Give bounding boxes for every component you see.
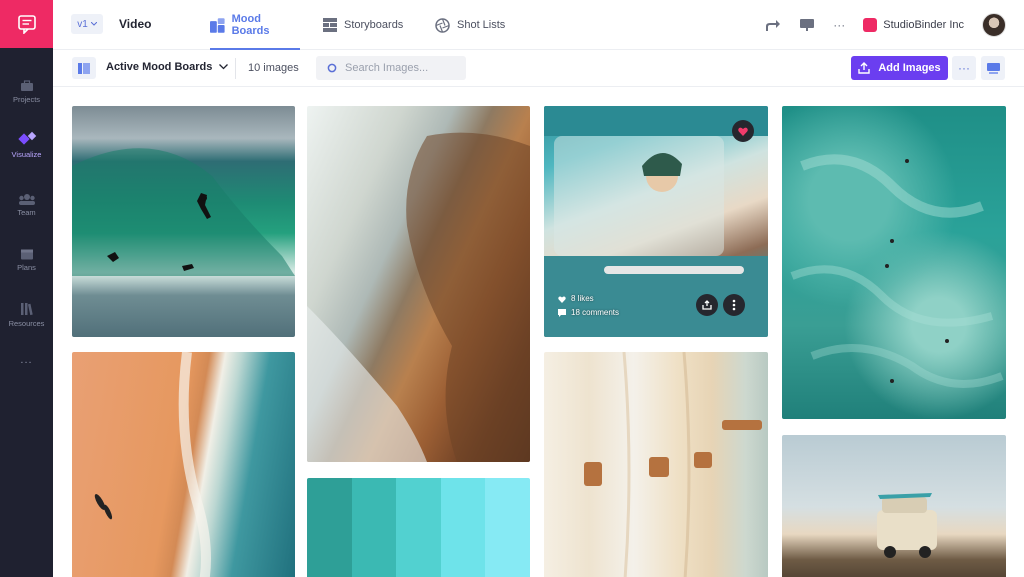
comment-icon	[558, 309, 566, 317]
sidebar-item-team[interactable]: Team	[0, 193, 53, 217]
present-view-button[interactable]	[981, 56, 1005, 80]
image-aerial-beach[interactable]	[72, 352, 295, 577]
storyboard-icon	[323, 18, 337, 32]
likes-count: 8 likes	[571, 294, 594, 303]
share-icon[interactable]	[765, 18, 781, 32]
tab-storyboards[interactable]: Storyboards	[323, 0, 403, 50]
project-title: Video	[119, 17, 152, 31]
mood-board-grid: 8 likes 18 comments	[53, 88, 1024, 577]
org-logo	[863, 18, 878, 32]
team-icon	[18, 194, 35, 205]
books-icon	[20, 303, 33, 316]
image-surfboards-rack[interactable]	[544, 352, 768, 577]
sidebar-item-label: Plans	[17, 263, 36, 272]
upload-icon	[858, 62, 871, 74]
mood-board-icon	[210, 17, 225, 33]
toolbar: Active Mood Boards 10 images Add Images …	[53, 50, 1024, 87]
calendar-icon	[20, 249, 33, 260]
add-images-button[interactable]: Add Images	[851, 56, 948, 80]
palette-swatch-1	[307, 478, 352, 577]
chevron-down-icon	[90, 22, 97, 26]
toolbar-more-button[interactable]: ···	[952, 56, 976, 80]
more-options-button[interactable]: ···	[833, 18, 845, 32]
logo-icon	[17, 15, 36, 34]
sidebar-item-label: Resources	[8, 319, 45, 328]
briefcase-icon	[20, 80, 33, 91]
van-shapes	[877, 493, 937, 558]
surfboard-shapes	[584, 352, 762, 577]
sidebar-item-label: Visualize	[11, 150, 42, 159]
tab-label: Mood Boards	[231, 13, 270, 37]
palette-swatch-5	[485, 478, 530, 577]
cliff-shapes	[307, 132, 530, 462]
version-label: v1	[77, 18, 88, 30]
sidebar-item-label: Team	[17, 208, 36, 217]
image-woman-in-truck[interactable]: 8 likes 18 comments	[544, 106, 768, 337]
board-select-label: Active Mood Boards	[106, 61, 213, 73]
comments-count: 18 comments	[571, 308, 620, 317]
image-count: 10 images	[248, 62, 299, 74]
tab-label: Storyboards	[344, 19, 404, 31]
color-palette[interactable]	[307, 478, 530, 577]
sidebar-item-visualize[interactable]: Visualize	[0, 131, 53, 159]
present-icon[interactable]	[799, 18, 815, 32]
tab-shot-lists[interactable]: Shot Lists	[435, 0, 505, 50]
palette-swatch-2	[351, 478, 397, 577]
share-image-button[interactable]	[696, 294, 718, 316]
sidebar-item-projects[interactable]: Projects	[0, 80, 53, 104]
image-coastal-cliff[interactable]	[307, 106, 530, 462]
heart-outline-icon	[558, 295, 566, 303]
image-aerial-ocean-surfers[interactable]	[782, 106, 1006, 419]
palette-swatch-4	[440, 478, 486, 577]
image-surf-wave[interactable]	[72, 106, 295, 337]
share-icon	[702, 300, 712, 310]
image-camper-van[interactable]	[782, 435, 1006, 577]
heart-icon	[738, 127, 748, 136]
toggle-panel-button[interactable]	[72, 57, 96, 79]
search-input[interactable]	[345, 62, 455, 74]
top-right-actions: ··· StudioBinder Inc	[765, 12, 1006, 38]
studiobinder-logo[interactable]	[0, 0, 53, 48]
search-box[interactable]	[316, 56, 466, 80]
org-name: StudioBinder Inc	[883, 19, 964, 31]
presentation-icon	[986, 62, 1000, 74]
search-icon	[327, 63, 337, 73]
camera-aperture-icon	[435, 17, 450, 33]
version-dropdown[interactable]: v1	[71, 14, 103, 34]
avatar[interactable]	[982, 13, 1006, 37]
sidebar-item-label: Projects	[12, 95, 41, 104]
favorite-button[interactable]	[732, 120, 754, 142]
top-bar: v1 Video Mood Boards Storyboards Shot Li…	[53, 0, 1024, 50]
palette-swatch-3	[396, 478, 441, 577]
image-more-button[interactable]	[723, 294, 745, 316]
sidebar: Projects Visualize Team Plans Resources	[0, 0, 53, 577]
image-stats: 8 likes 18 comments	[558, 292, 619, 320]
add-images-label: Add Images	[878, 62, 941, 74]
shapes-icon	[17, 131, 36, 145]
vertical-dots-icon	[732, 299, 736, 311]
surfer-silhouettes	[72, 148, 295, 276]
ocean-foam	[790, 154, 1004, 388]
beach-shapes	[94, 352, 211, 577]
sidebar-item-resources[interactable]: Resources	[0, 302, 53, 328]
sidebar-item-plans[interactable]: Plans	[0, 248, 53, 272]
tab-label: Shot Lists	[457, 19, 506, 31]
organization-switcher[interactable]: StudioBinder Inc	[863, 18, 964, 32]
tab-mood-boards[interactable]: Mood Boards	[210, 0, 300, 50]
panel-icon	[78, 62, 90, 74]
board-select-dropdown[interactable]: Active Mood Boards	[106, 61, 229, 73]
divider	[235, 58, 236, 79]
sidebar-more-button[interactable]: ...	[0, 354, 53, 366]
chevron-down-icon	[219, 64, 229, 70]
